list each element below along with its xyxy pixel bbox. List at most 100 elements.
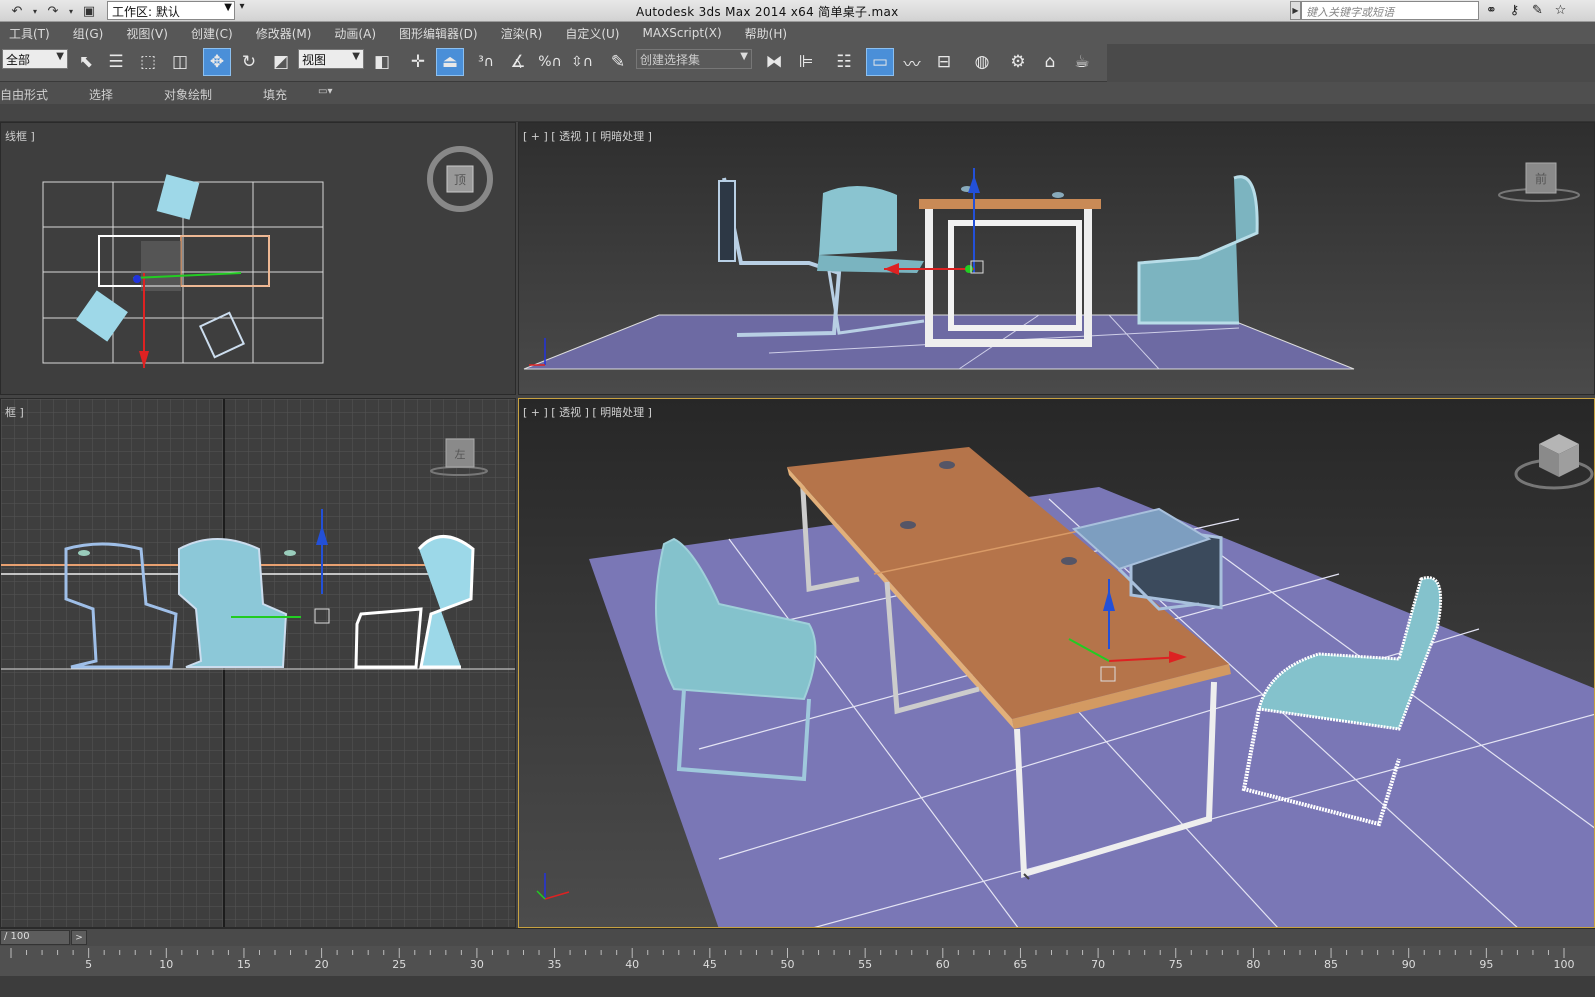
viewport-top[interactable]: 线框 ] 顶: [0, 122, 516, 395]
ref-coord-value: 视图: [302, 53, 327, 67]
menu-tools[interactable]: 工具(T): [9, 25, 50, 42]
ribbon-tab-populate[interactable]: 填充: [263, 86, 287, 103]
snaps-toggle-icon[interactable]: ³∩: [472, 48, 500, 76]
viewport-left[interactable]: 框 ] 左: [0, 398, 516, 928]
menu-group[interactable]: 组(G): [73, 25, 104, 42]
ribbon-tab-freeform[interactable]: 自由形式: [0, 86, 48, 103]
ribbon-options-icon[interactable]: ▭▾: [318, 86, 332, 97]
menu-views[interactable]: 视图(V): [126, 25, 168, 42]
scale-icon[interactable]: ◩: [267, 48, 295, 76]
toolbar-empty-area: [1107, 44, 1595, 82]
title-bar: ↶ ▾ ↷ ▾ ▣ 工作区: 默认 ▼ ▾ Autodesk 3ds Max 2…: [0, 0, 1595, 22]
redo-icon[interactable]: ↷: [42, 2, 64, 20]
workspace-menu-icon[interactable]: ▾: [236, 1, 248, 20]
workspace-selector[interactable]: 工作区: 默认 ▼: [107, 1, 235, 20]
render-frame-icon[interactable]: ⌂: [1036, 48, 1064, 76]
left-view-scene: 左: [1, 399, 515, 927]
menu-help[interactable]: 帮助(H): [745, 25, 787, 42]
trackbar-tick-label: 60: [935, 958, 950, 971]
undo-dropdown-icon[interactable]: ▾: [30, 2, 40, 20]
menu-maxscript[interactable]: MAXScript(X): [642, 26, 721, 40]
render-teapot-icon[interactable]: ☕: [1068, 48, 1096, 76]
menu-customize[interactable]: 自定义(U): [565, 25, 619, 42]
menu-graph-editors[interactable]: 图形编辑器(D): [399, 25, 478, 42]
curve-editor-icon[interactable]: 〰: [898, 48, 926, 76]
ribbon-tabs: 自由形式 选择 对象绘制 填充 ▭▾: [0, 82, 1595, 104]
move-icon[interactable]: ✥: [203, 48, 231, 76]
trackbar-tick-label: 25: [392, 958, 407, 971]
viewport-front[interactable]: [ + ] [ 透视 ] [ 明暗处理 ] 前: [518, 122, 1595, 395]
angle-snap-icon[interactable]: ∡: [504, 48, 532, 76]
material-editor-icon[interactable]: ◍: [968, 48, 996, 76]
viewcube-front-face[interactable]: 前: [1535, 171, 1547, 186]
named-selection-dropdown[interactable]: 创建选择集 ▼: [636, 49, 752, 69]
menu-rendering[interactable]: 渲染(R): [501, 25, 543, 42]
next-frame-icon[interactable]: >: [71, 930, 87, 945]
manipulate-icon[interactable]: ✛: [404, 48, 432, 76]
graphite-tools-icon[interactable]: ▭: [866, 48, 894, 76]
rotate-icon[interactable]: ↻: [235, 48, 263, 76]
viewcube-left-face[interactable]: 左: [455, 448, 466, 461]
time-slider-frame: / 100: [4, 931, 30, 942]
favorites-icon[interactable]: ☆: [1552, 2, 1569, 19]
workspace-value: 工作区: 默认: [112, 5, 180, 19]
undo-icon[interactable]: ↶: [6, 2, 28, 20]
viewport-label[interactable]: 线框 ]: [5, 128, 35, 144]
trackbar-tick-label: 70: [1091, 958, 1106, 971]
ribbon-tab-object-paint[interactable]: 对象绘制: [164, 86, 212, 103]
binoculars-icon[interactable]: ⚭: [1483, 2, 1500, 19]
status-bar: [0, 976, 1595, 997]
trackbar-tick-label: 10: [159, 958, 174, 971]
selection-filter-dropdown[interactable]: 全部 ▼: [2, 49, 68, 69]
trackbar-tick-label: 35: [547, 958, 562, 971]
viewport-label[interactable]: [ + ] [ 透视 ] [ 明暗处理 ]: [523, 128, 652, 144]
render-setup-icon[interactable]: ⚙: [1004, 48, 1032, 76]
chevron-down-icon: ▼: [352, 51, 360, 62]
align-icon[interactable]: ⊫: [792, 48, 820, 76]
trackbar-tick-label: 95: [1479, 958, 1494, 971]
selection-filter-value: 全部: [6, 53, 31, 67]
rect-selection-icon[interactable]: ⬚: [134, 48, 162, 76]
menu-modifiers[interactable]: 修改器(M): [256, 25, 312, 42]
trackbar-tick-label: 45: [702, 958, 717, 971]
trackbar-tick-label: 40: [625, 958, 640, 971]
viewcube-top-face[interactable]: 顶: [454, 173, 466, 187]
menu-animation[interactable]: 动画(A): [334, 25, 376, 42]
search-expand-icon[interactable]: ▶: [1290, 1, 1301, 20]
time-slider-bar: / 100 >: [0, 928, 1595, 946]
trackbar-tick-label: 20: [314, 958, 329, 971]
search-placeholder: 键入关键字或短语: [1306, 6, 1394, 19]
trackbar-tick-label: 30: [469, 958, 484, 971]
chevron-down-icon: ▼: [740, 51, 748, 62]
edit-named-selection-icon[interactable]: ✎: [604, 48, 632, 76]
layer-manager-icon[interactable]: ☷: [830, 48, 858, 76]
percent-snap-icon[interactable]: %∩: [536, 48, 564, 76]
viewport-perspective[interactable]: [ + ] [ 透视 ] [ 明暗处理 ]: [518, 398, 1595, 928]
select-object-icon[interactable]: ⬉: [72, 48, 100, 76]
schematic-view-icon[interactable]: ⊟: [930, 48, 958, 76]
ribbon-panel-collapsed: [0, 104, 1595, 122]
main-toolbar: 全部 ▼ ⬉ ☰ ⬚ ◫ ✥ ↻ ◩ 视图 ▼ ◧ ✛ ⏏ ³∩ ∡ %∩ ⇳∩…: [0, 44, 1107, 82]
project-folder-icon[interactable]: ▣: [78, 2, 100, 20]
keyboard-shortcut-override-icon[interactable]: ⏏: [436, 48, 464, 76]
signin-icon[interactable]: ✎: [1529, 2, 1546, 19]
select-by-name-icon[interactable]: ☰: [102, 48, 130, 76]
spinner-snap-icon[interactable]: ⇳∩: [568, 48, 596, 76]
key-icon[interactable]: ⚷: [1506, 2, 1523, 19]
trackbar-tick-label: 90: [1401, 958, 1416, 971]
redo-dropdown-icon[interactable]: ▾: [66, 2, 76, 20]
trackbar-tick-label: 5: [85, 958, 93, 971]
menu-create[interactable]: 创建(C): [191, 25, 233, 42]
pivot-center-icon[interactable]: ◧: [368, 48, 396, 76]
trackbar-tick-label: 65: [1013, 958, 1028, 971]
mirror-icon[interactable]: ⧓: [760, 48, 788, 76]
ref-coord-dropdown[interactable]: 视图 ▼: [298, 49, 364, 69]
viewport-label[interactable]: 框 ]: [5, 404, 24, 420]
infocenter-icons: ⚭ ⚷ ✎ ☆: [1483, 2, 1569, 19]
window-crossing-icon[interactable]: ◫: [166, 48, 194, 76]
time-slider[interactable]: / 100: [0, 930, 70, 945]
trackbar-tick-label: 75: [1168, 958, 1183, 971]
viewport-label[interactable]: [ + ] [ 透视 ] [ 明暗处理 ]: [523, 404, 652, 420]
ribbon-tab-selection[interactable]: 选择: [89, 86, 113, 103]
search-input[interactable]: 键入关键字或短语: [1301, 1, 1479, 20]
